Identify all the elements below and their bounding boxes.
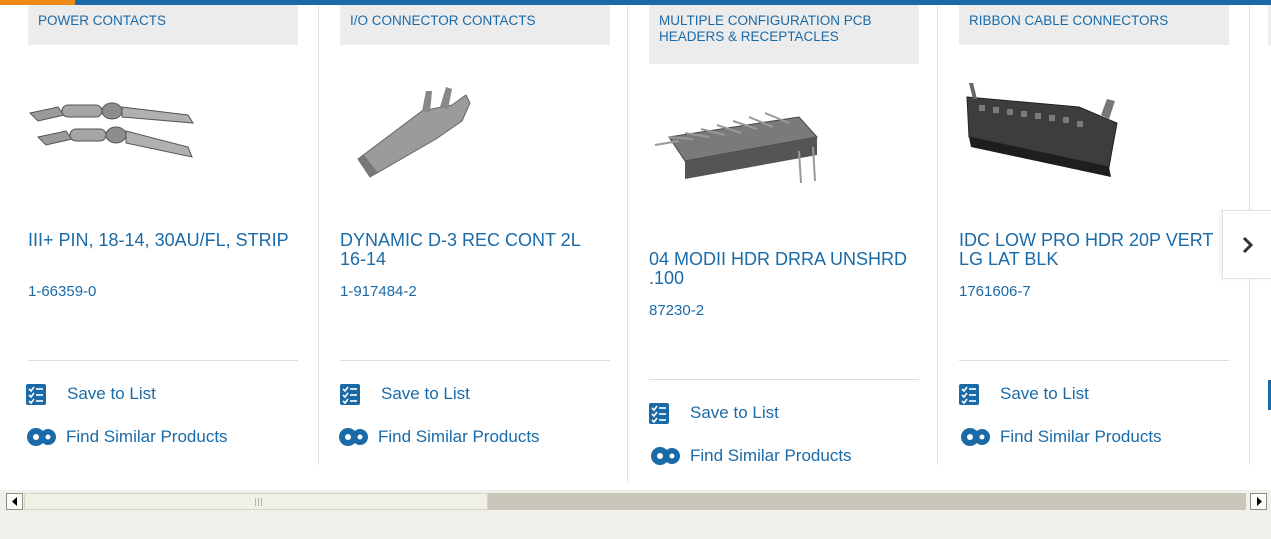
gears-icon (651, 447, 680, 465)
product-image[interactable] (340, 81, 540, 201)
gears-icon (27, 428, 56, 446)
save-to-list-button[interactable]: Save to List (959, 382, 1089, 406)
product-title[interactable]: 04 MODII HDR DRRA UNSHRD .100 (649, 250, 919, 288)
part-number[interactable]: 1-66359-0 (28, 283, 96, 300)
category-label[interactable]: POWER CONTACTS (28, 5, 298, 45)
save-to-list-button[interactable]: Save to List (26, 382, 156, 406)
category-label[interactable]: I/O CONNECTOR CONTACTS (340, 5, 610, 45)
category-label[interactable]: RIBBON CABLE CONNECTORS (959, 5, 1229, 45)
save-to-list-button[interactable]: Save to List (649, 401, 779, 425)
product-card-2: I/O CONNECTOR CONTACTS DYNAMIC D-3 REC C… (339, 5, 610, 465)
scroll-right-button[interactable] (1250, 493, 1267, 510)
product-card-4: RIBBON CABLE CONNECTORS IDC LOW PRO HDR … (959, 5, 1229, 465)
save-to-list-label: Save to List (690, 403, 779, 422)
scroll-left-button[interactable] (6, 493, 23, 510)
product-image[interactable] (959, 77, 1159, 197)
product-image[interactable] (649, 97, 849, 217)
find-similar-products-label: Find Similar Products (690, 446, 852, 465)
checklist-icon (26, 383, 46, 405)
card-divider (649, 379, 919, 380)
product-title[interactable]: IDC LOW PRO HDR 20P VERT LG LAT BLK (959, 231, 1229, 269)
product-image[interactable] (28, 85, 228, 205)
carousel-next-button[interactable] (1222, 210, 1271, 279)
card-divider (340, 360, 610, 361)
find-similar-products-label: Find Similar Products (66, 427, 228, 446)
part-number[interactable]: 87230-2 (649, 302, 704, 319)
find-similar-products-label: Find Similar Products (378, 427, 540, 446)
card-divider (28, 360, 298, 361)
checklist-icon (340, 383, 360, 405)
gears-icon (339, 428, 368, 446)
checklist-icon (649, 402, 669, 424)
column-divider (937, 5, 938, 465)
scrollbar-thumb[interactable] (24, 493, 488, 510)
find-similar-products-button[interactable]: Find Similar Products (336, 425, 540, 449)
product-title[interactable]: DYNAMIC D-3 REC CONT 2L 16-14 (340, 231, 610, 269)
find-similar-products-button[interactable]: Find Similar Products (958, 425, 1162, 449)
product-card-3: MULTIPLE CONFIGURATION PCB HEADERS & REC… (649, 5, 919, 483)
column-divider (627, 5, 628, 483)
save-to-list-label: Save to List (67, 384, 156, 403)
part-number[interactable]: 1761606-7 (959, 283, 1031, 300)
gears-icon (961, 428, 990, 446)
find-similar-products-button[interactable]: Find Similar Products (24, 425, 228, 449)
product-card-1: POWER CONTACTS III+ PIN, 18-14, 30AU/FL,… (26, 5, 298, 465)
scroll-left-arrow-icon (11, 497, 17, 506)
horizontal-scrollbar[interactable] (0, 490, 1271, 514)
card-divider (959, 360, 1229, 361)
column-divider (318, 5, 319, 465)
scrollbar-grip (255, 498, 263, 506)
page-footer-area (0, 514, 1271, 539)
save-to-list-button[interactable]: Save to List (340, 382, 470, 406)
find-similar-products-button[interactable]: Find Similar Products (648, 444, 852, 468)
part-number[interactable]: 1-917484-2 (340, 283, 417, 300)
category-label[interactable]: MULTIPLE CONFIGURATION PCB HEADERS & REC… (649, 5, 919, 64)
product-title[interactable]: III+ PIN, 18-14, 30AU/FL, STRIP (28, 231, 298, 250)
checklist-icon (959, 383, 979, 405)
save-to-list-label: Save to List (381, 384, 470, 403)
scroll-right-arrow-icon (1256, 497, 1262, 506)
find-similar-products-label: Find Similar Products (1000, 427, 1162, 446)
save-to-list-label: Save to List (1000, 384, 1089, 403)
chevron-right-icon (1242, 236, 1253, 253)
